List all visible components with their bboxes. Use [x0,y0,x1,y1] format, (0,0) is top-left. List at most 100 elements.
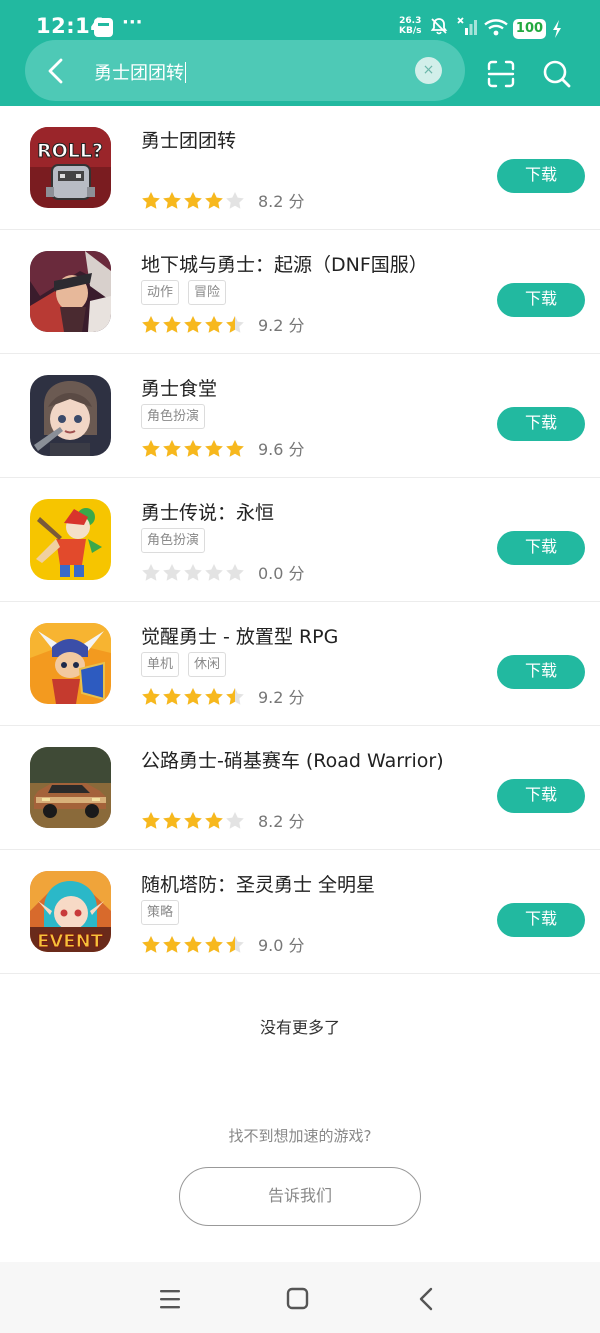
network-speed: 26.3 KB/s [399,16,421,36]
search-icon[interactable] [542,59,572,89]
app-icon-jester-warrior [30,499,111,580]
list-item[interactable]: 公路勇士-硝基赛车 (Road Warrior) 8.2 分 下载 [0,726,600,850]
menu-icon[interactable] [158,1288,182,1310]
star-full-icon [205,315,223,333]
tag: 动作 [141,280,180,305]
list-item[interactable]: ROLL? 勇士团团转 8.2 分 下载 [0,106,600,230]
rating: 9.6 分 [141,436,305,460]
rating-score: 9.2 分 [258,316,305,335]
star-rating [141,811,245,830]
download-button[interactable]: 下载 [497,655,585,689]
star-rating [141,315,245,334]
charging-icon [553,20,561,38]
star-full-icon [163,315,181,333]
list-item[interactable]: EVENT 随机塔防：圣灵勇士 全明星 策略 9.0 分 下载 [0,850,600,974]
star-full-icon [163,935,181,953]
search-query: 勇士团团转 [94,63,184,84]
star-empty-icon [205,563,223,581]
home-icon[interactable] [286,1287,309,1310]
app-icon-muscle-car [30,747,111,828]
star-full-icon [184,439,202,457]
star-full-icon [163,811,181,829]
download-button[interactable]: 下载 [497,159,585,193]
event-logo-text: EVENT [37,931,104,952]
app-name: 觉醒勇士 - 放置型 RPG [141,626,339,648]
list-item[interactable]: 勇士食堂 角色扮演 9.6 分 下载 [0,354,600,478]
network-speed-unit: KB/s [399,26,422,36]
star-full-icon [226,439,244,457]
download-button[interactable]: 下载 [497,531,585,565]
tell-us-button[interactable]: 告诉我们 [179,1167,421,1226]
rating-score: 8.2 分 [258,192,305,211]
star-empty-icon [142,563,160,581]
download-button[interactable]: 下载 [497,283,585,317]
roll-logo-text: ROLL? [37,140,103,162]
tag-list: 动作 冒险 [141,280,227,305]
rating: 8.2 分 [141,188,305,212]
star-full-icon [142,935,160,953]
star-full-icon [142,687,160,705]
app-icon-winged-hero [30,623,111,704]
top-header: 12:14 ··· 26.3 KB/s 100 勇士团团转 × [0,0,600,106]
star-rating [141,563,245,582]
rating-score: 9.2 分 [258,688,305,707]
tag: 角色扮演 [141,404,206,429]
list-item[interactable]: 地下城与勇士：起源（DNF国服） 动作 冒险 9.2 分 下载 [0,230,600,354]
star-full-icon [163,439,181,457]
star-full-icon [205,811,223,829]
rating-score: 9.0 分 [258,936,305,955]
app-name: 随机塔防：圣灵勇士 全明星 [141,874,376,896]
tag: 冒险 [188,280,227,305]
star-empty-icon [226,563,244,581]
star-full-icon [142,439,160,457]
star-full-icon [163,191,181,209]
not-found-prompt: 找不到想加速的游戏? [228,1127,372,1145]
tag: 单机 [141,652,180,677]
star-rating [141,191,245,210]
signal-icon [457,17,477,35]
rating-score: 8.2 分 [258,812,305,831]
app-name: 勇士团团转 [141,130,237,152]
tag-list: 策略 [141,900,180,925]
rating-score: 9.6 分 [258,440,305,459]
star-rating [141,935,245,954]
star-empty-icon [226,191,244,209]
star-empty-icon [163,563,181,581]
network-speed-value: 26.3 [399,16,422,26]
bell-muted-icon [430,18,448,35]
scan-icon[interactable] [486,59,516,89]
rating: 9.2 分 [141,684,305,708]
star-empty-icon [226,811,244,829]
star-full-icon [205,439,223,457]
star-empty-icon [184,563,202,581]
star-half-icon [226,687,244,705]
star-half-icon [226,935,244,953]
list-item[interactable]: 觉醒勇士 - 放置型 RPG 单机 休闲 9.2 分 下载 [0,602,600,726]
app-name: 公路勇士-硝基赛车 (Road Warrior) [141,750,444,772]
rating: 8.2 分 [141,808,305,832]
search-input[interactable]: 勇士团团转 [94,59,186,85]
star-full-icon [142,315,160,333]
rating: 0.0 分 [141,560,305,584]
star-full-icon [184,811,202,829]
app-icon-dnf [30,251,111,332]
download-button[interactable]: 下载 [497,407,585,441]
battery-level: 100 [513,19,546,39]
star-half-icon [226,315,244,333]
download-button[interactable]: 下载 [497,779,585,813]
wifi-icon [484,19,508,36]
app-icon-chef-girl [30,375,111,456]
download-button[interactable]: 下载 [497,903,585,937]
search-bar[interactable] [25,40,465,101]
back-arrow-icon[interactable] [42,56,70,86]
status-bar: 12:14 ··· 26.3 KB/s 100 [0,0,600,44]
list-item[interactable]: 勇士传说：永恒 角色扮演 0.0 分 下载 [0,478,600,602]
app-icon-roll-game: ROLL? [30,127,111,208]
star-full-icon [184,191,202,209]
back-nav-icon[interactable] [417,1286,435,1312]
rating-score: 0.0 分 [258,564,305,583]
star-full-icon [184,687,202,705]
star-full-icon [205,935,223,953]
clear-search-button[interactable]: × [415,57,442,84]
star-full-icon [205,191,223,209]
